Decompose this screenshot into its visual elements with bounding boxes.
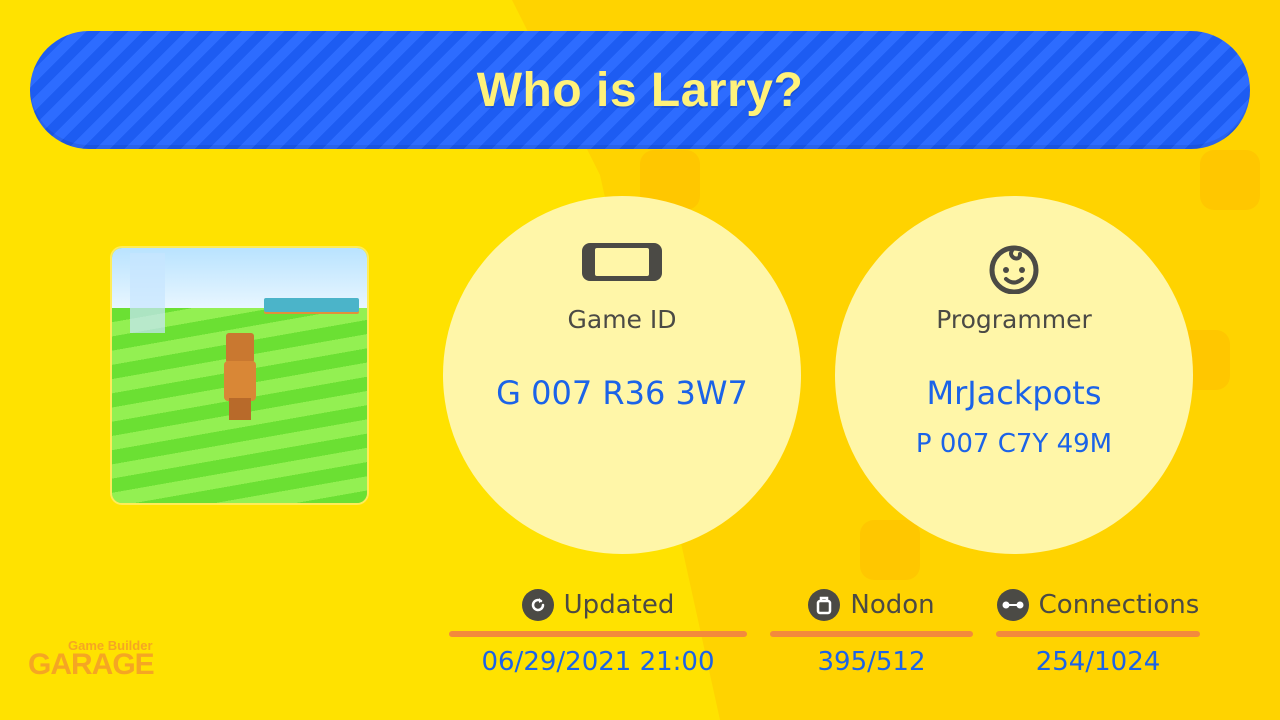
game-id-card: Game ID G 007 R36 3W7 (443, 196, 801, 554)
nodon-value: 395/512 (817, 647, 926, 677)
connection-icon (996, 589, 1029, 621)
refresh-icon (521, 589, 554, 621)
updated-value: 06/29/2021 21:00 (481, 647, 715, 677)
thumbnail-character-legs (229, 398, 251, 420)
programmer-name: MrJackpots (926, 374, 1102, 412)
programmer-id: P 007 C7Y 49M (915, 429, 1113, 459)
game-id-value: G 007 R36 3W7 (496, 374, 748, 412)
background-pattern (1200, 150, 1260, 210)
game-thumbnail (112, 248, 367, 503)
stat-nodon: Nodon 395/512 (770, 588, 973, 688)
stat-updated: Updated 06/29/2021 21:00 (449, 588, 747, 688)
logo-line2: GARAGE (28, 648, 155, 681)
game-builder-garage-logo: Game Builder GARAGE (28, 634, 168, 682)
switch-console-icon (581, 242, 663, 286)
updated-divider (449, 631, 747, 637)
updated-label: Updated (563, 590, 675, 620)
connections-divider (996, 631, 1200, 637)
face-icon (986, 242, 1042, 298)
programmer-label: Programmer (936, 305, 1092, 334)
connections-label: Connections (1038, 590, 1200, 620)
game-id-label: Game ID (567, 305, 677, 334)
stat-connections: Connections 254/1024 (996, 588, 1200, 688)
background-pattern (860, 520, 920, 580)
programmer-card: Programmer MrJackpots P 007 C7Y 49M (835, 196, 1193, 554)
thumbnail-character-head (226, 333, 254, 363)
nodon-divider (770, 631, 973, 637)
connections-value: 254/1024 (1035, 647, 1161, 677)
game-title: Who is Larry? (476, 63, 804, 117)
thumbnail-wall (130, 253, 165, 333)
thumbnail-character-body (224, 361, 256, 401)
thumbnail-platform (264, 298, 359, 312)
nodon-icon (808, 589, 841, 621)
title-banner: Who is Larry? (30, 31, 1250, 149)
nodon-label: Nodon (850, 590, 935, 620)
